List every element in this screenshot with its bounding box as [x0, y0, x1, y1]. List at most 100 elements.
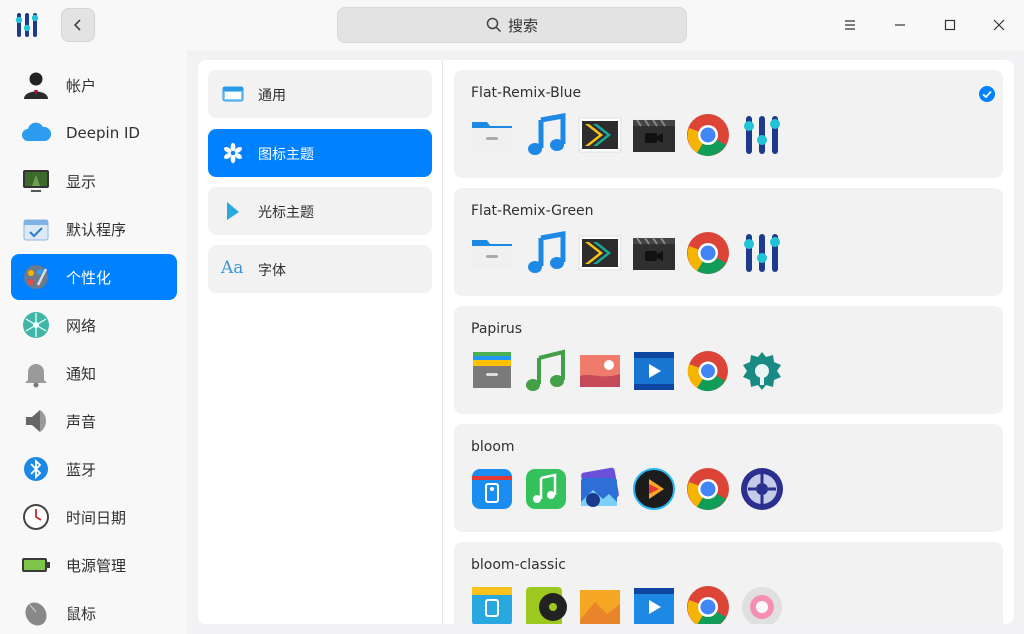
sidebar-item-notifications[interactable]: 通知 [11, 350, 177, 396]
theme-card-papirus[interactable]: Papirus [454, 306, 1003, 414]
search-icon [486, 17, 502, 33]
cursor-icon [227, 202, 239, 220]
music-icon [523, 112, 569, 158]
personalization-icon [24, 265, 48, 289]
account-icon [24, 72, 48, 99]
theme-card-flat-remix-green[interactable]: Flat-Remix-Green [454, 188, 1003, 296]
sidebar-item-power[interactable]: 电源管理 [11, 542, 177, 588]
video-player-icon [577, 112, 623, 158]
sidebar-item-display[interactable]: 显示 [11, 158, 177, 204]
settings-gear-icon [739, 584, 785, 624]
cloud-icon [22, 122, 52, 141]
settings-sliders-icon [739, 112, 785, 158]
snowflake-icon [223, 142, 243, 164]
sub-nav-item-general[interactable]: 通用 [208, 70, 432, 118]
sidebar-item-label: 网络 [66, 316, 97, 335]
battery-icon [22, 558, 50, 572]
chrome-icon [685, 112, 731, 158]
bell-icon [25, 364, 47, 388]
sidebar-item-personalization[interactable]: 个性化 [11, 254, 177, 300]
file-manager-icon [469, 348, 515, 394]
chrome-icon [685, 230, 731, 276]
speaker-icon [26, 410, 46, 432]
app-logo-icon [14, 11, 40, 39]
chrome-icon [685, 466, 731, 512]
chevron-left-icon [73, 19, 81, 31]
music-icon [523, 348, 569, 394]
sidebar-item-label: 默认程序 [66, 220, 127, 239]
video-player-icon [631, 348, 677, 394]
minimize-button[interactable] [885, 10, 915, 40]
sub-nav-item-label: 图标主题 [258, 147, 314, 163]
sub-nav-item-label: 字体 [258, 263, 286, 279]
video-player-icon [631, 466, 677, 512]
close-button[interactable] [984, 10, 1014, 40]
sidebar-item-mouse[interactable]: 鼠标 [11, 590, 177, 634]
display-icon [23, 170, 49, 192]
movie-icon [631, 230, 677, 276]
title-bar: 搜索 [0, 0, 1024, 50]
sidebar-item-network[interactable]: 网络 [11, 302, 177, 348]
sidebar-item-deepin-id[interactable]: Deepin ID [11, 110, 177, 156]
network-icon [23, 312, 49, 338]
file-manager-icon [469, 466, 515, 512]
back-button[interactable] [61, 8, 95, 42]
sub-nav-item-label: 光标主题 [258, 205, 314, 221]
search-placeholder: 搜索 [507, 16, 538, 35]
theme-card-bloom[interactable]: bloom [454, 424, 1003, 532]
sub-nav-item-cursor-theme[interactable]: 光标主题 [208, 187, 432, 235]
theme-name: Flat-Remix-Green [471, 203, 594, 219]
icon-theme-list: Flat-Remix-Blue Flat-Remix-Green Papirus [443, 60, 1014, 624]
settings-gear-icon [739, 348, 785, 394]
window-icon [222, 86, 244, 102]
settings-gear-icon [739, 466, 785, 512]
music-icon [523, 584, 569, 624]
video-player-icon [631, 584, 677, 624]
theme-icon-preview [469, 466, 785, 514]
file-manager-icon [469, 230, 515, 276]
file-manager-icon [469, 112, 515, 158]
sidebar-item-label: 通知 [66, 364, 97, 383]
sub-nav-item-label: 通用 [258, 88, 286, 104]
sidebar-item-label: Deepin ID [66, 124, 140, 142]
theme-name: bloom [471, 439, 515, 455]
default-apps-icon [23, 219, 49, 241]
search-input[interactable]: 搜索 [337, 7, 687, 43]
chrome-icon [685, 348, 731, 394]
sidebar-item-label: 鼠标 [66, 604, 97, 623]
maximize-button[interactable] [935, 10, 965, 40]
sub-nav-item-font[interactable]: Aa 字体 [208, 245, 432, 293]
minimize-icon [895, 24, 905, 26]
sidebar-item-bluetooth[interactable]: 蓝牙 [11, 446, 177, 492]
image-viewer-icon [577, 466, 623, 512]
sidebar-item-label: 蓝牙 [66, 460, 97, 479]
sidebar-item-account[interactable]: 帐户 [11, 62, 177, 108]
theme-icon-preview [469, 584, 785, 624]
file-manager-icon [469, 584, 515, 624]
sidebar-item-label: 个性化 [66, 268, 112, 287]
theme-icon-preview [469, 348, 785, 396]
theme-name: Papirus [471, 321, 523, 337]
sidebar-item-label: 显示 [66, 172, 97, 191]
theme-name: bloom-classic [471, 557, 566, 573]
maximize-icon [944, 19, 956, 31]
clock-icon [23, 504, 49, 530]
theme-card-flat-remix-blue[interactable]: Flat-Remix-Blue [454, 70, 1003, 178]
selected-check-icon [979, 86, 995, 102]
sidebar-item-default-apps[interactable]: 默认程序 [11, 206, 177, 252]
settings-sliders-icon [739, 230, 785, 276]
sub-nav-item-icon-theme[interactable]: 图标主题 [208, 129, 432, 177]
sidebar-item-label: 电源管理 [66, 556, 127, 575]
theme-card-bloom-classic[interactable]: bloom-classic [454, 542, 1003, 624]
sidebar-item-datetime[interactable]: 时间日期 [11, 494, 177, 540]
music-icon [523, 466, 569, 512]
sidebar-item-sound[interactable]: 声音 [11, 398, 177, 444]
sidebar-item-label: 帐户 [66, 76, 97, 95]
menu-button[interactable] [835, 10, 865, 40]
video-player-icon [577, 230, 623, 276]
theme-icon-preview [469, 230, 785, 278]
sidebar: 帐户 Deepin ID 显示 默认程序 个性化 网络 通知 声音 蓝牙 时间日… [0, 50, 187, 634]
mouse-icon [25, 602, 47, 626]
font-icon: Aa [221, 258, 244, 278]
chrome-icon [685, 584, 731, 624]
